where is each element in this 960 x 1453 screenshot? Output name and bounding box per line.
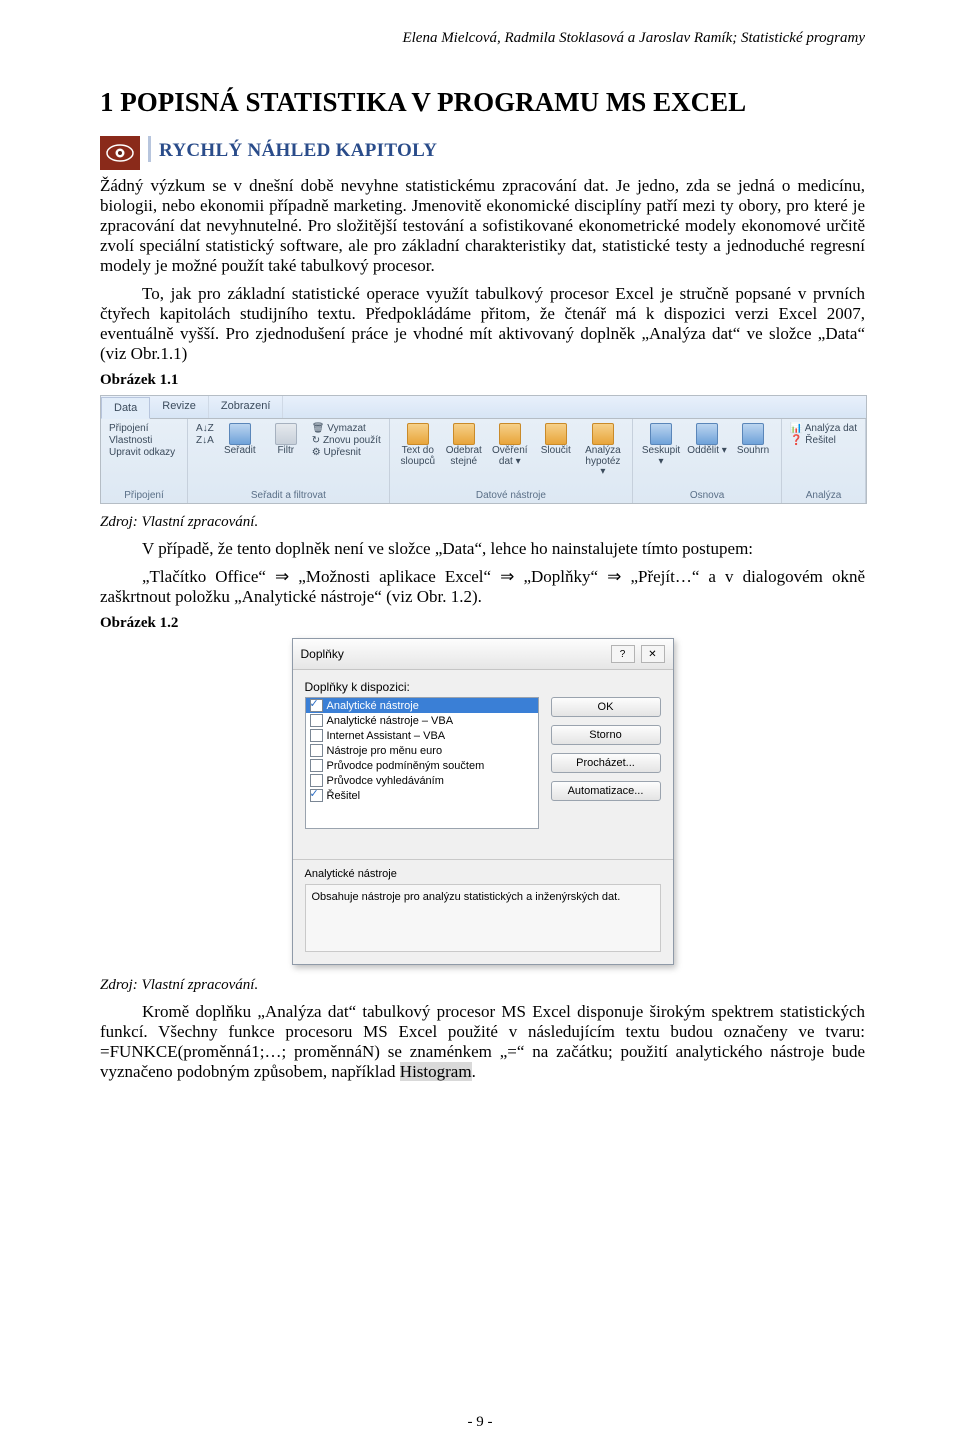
solver-button[interactable]: ❓ Řešitel	[790, 435, 857, 446]
ribbon-tab-data[interactable]: Data	[101, 397, 150, 419]
ok-button[interactable]: OK	[551, 697, 661, 717]
subtotal-button[interactable]: Souhrn	[733, 423, 773, 457]
help-icon[interactable]: ?	[611, 645, 635, 663]
checkbox-icon[interactable]	[310, 759, 323, 772]
dialog-title: Doplňky	[301, 647, 344, 661]
browse-button[interactable]: Procházet...	[551, 753, 661, 773]
list-item[interactable]: Analytické nástroje – VBA	[306, 713, 538, 728]
data-validation-button[interactable]: Ověření dat ▾	[490, 423, 530, 467]
checkbox-icon[interactable]	[310, 789, 323, 802]
list-item[interactable]: Nástroje pro měnu euro	[306, 743, 538, 758]
page-number: - 9 -	[0, 1414, 960, 1431]
ribbon-connections[interactable]: Připojení Vlastnosti Upravit odkazy	[109, 423, 179, 458]
dialog-description: Obsahuje nástroje pro analýzu statistick…	[305, 884, 661, 952]
dialog-subtitle: Analytické nástroje	[305, 868, 661, 880]
data-analysis-button[interactable]: 📊 Analýza dat	[790, 423, 857, 434]
section-subheading: RYCHLÝ NÁHLED KAPITOLY	[148, 136, 865, 162]
ribbon-tab-zobrazeni[interactable]: Zobrazení	[209, 396, 284, 418]
ribbon-tab-revize[interactable]: Revize	[150, 396, 209, 418]
ungroup-button[interactable]: Oddělit ▾	[687, 423, 727, 457]
paragraph-2: To, jak pro základní statistické operace…	[100, 284, 865, 364]
paragraph-4: Kromě doplňku „Analýza dat“ tabulkový pr…	[100, 1002, 865, 1082]
figure-1-source: Zdroj: Vlastní zpracování.	[100, 514, 865, 531]
filter-button[interactable]: Filtr	[266, 423, 306, 457]
list-item[interactable]: Internet Assistant – VBA	[306, 728, 538, 743]
group-button[interactable]: Seskupit ▾	[641, 423, 681, 467]
highlight-histogram: Histogram	[400, 1062, 472, 1081]
page-header: Elena Mielcová, Radmila Stoklasová a Jar…	[100, 30, 865, 47]
remove-duplicates-button[interactable]: Odebrat stejné	[444, 423, 484, 467]
checkbox-icon[interactable]	[310, 774, 323, 787]
addins-listbox[interactable]: Analytické nástrojeAnalytické nástroje –…	[305, 697, 539, 829]
whatif-button[interactable]: Analýza hypotéz ▾	[582, 423, 624, 478]
figure-2-source: Zdroj: Vlastní zpracování.	[100, 977, 865, 994]
eye-icon	[100, 136, 140, 170]
checkbox-icon[interactable]	[310, 744, 323, 757]
list-item[interactable]: Řešitel	[306, 788, 538, 803]
figure-2-label: Obrázek 1.2	[100, 615, 865, 632]
list-item[interactable]: Analytické nástroje	[306, 698, 538, 713]
text-to-columns-button[interactable]: Text do sloupců	[398, 423, 438, 467]
paragraph-3a: V případě, že tento doplněk není ve slož…	[100, 539, 865, 559]
sort-button[interactable]: Seřadit	[220, 423, 260, 457]
lead-paragraph: Žádný výzkum se v dnešní době nevyhne st…	[100, 176, 865, 276]
list-item[interactable]: Průvodce podmíněným součtem	[306, 758, 538, 773]
close-icon[interactable]: ✕	[641, 645, 665, 663]
figure-1-label: Obrázek 1.1	[100, 372, 865, 389]
checkbox-icon[interactable]	[310, 714, 323, 727]
checkbox-icon[interactable]	[310, 699, 323, 712]
chapter-title: 1 POPISNÁ STATISTIKA V PROGRAMU MS EXCEL	[100, 87, 865, 118]
checkbox-icon[interactable]	[310, 729, 323, 742]
listbox-label: Doplňky k dispozici:	[305, 680, 661, 694]
excel-ribbon-figure: Data Revize Zobrazení Připojení Vlastnos…	[100, 395, 867, 504]
cancel-button[interactable]: Storno	[551, 725, 661, 745]
addins-dialog: Doplňky ? ✕ Doplňky k dispozici: Analyti…	[292, 638, 674, 965]
list-item[interactable]: Průvodce vyhledáváním	[306, 773, 538, 788]
automation-button[interactable]: Automatizace...	[551, 781, 661, 801]
consolidate-button[interactable]: Sloučit	[536, 423, 576, 457]
paragraph-3b: „Tlačítko Office“ ⇒ „Možnosti aplikace E…	[100, 567, 865, 607]
